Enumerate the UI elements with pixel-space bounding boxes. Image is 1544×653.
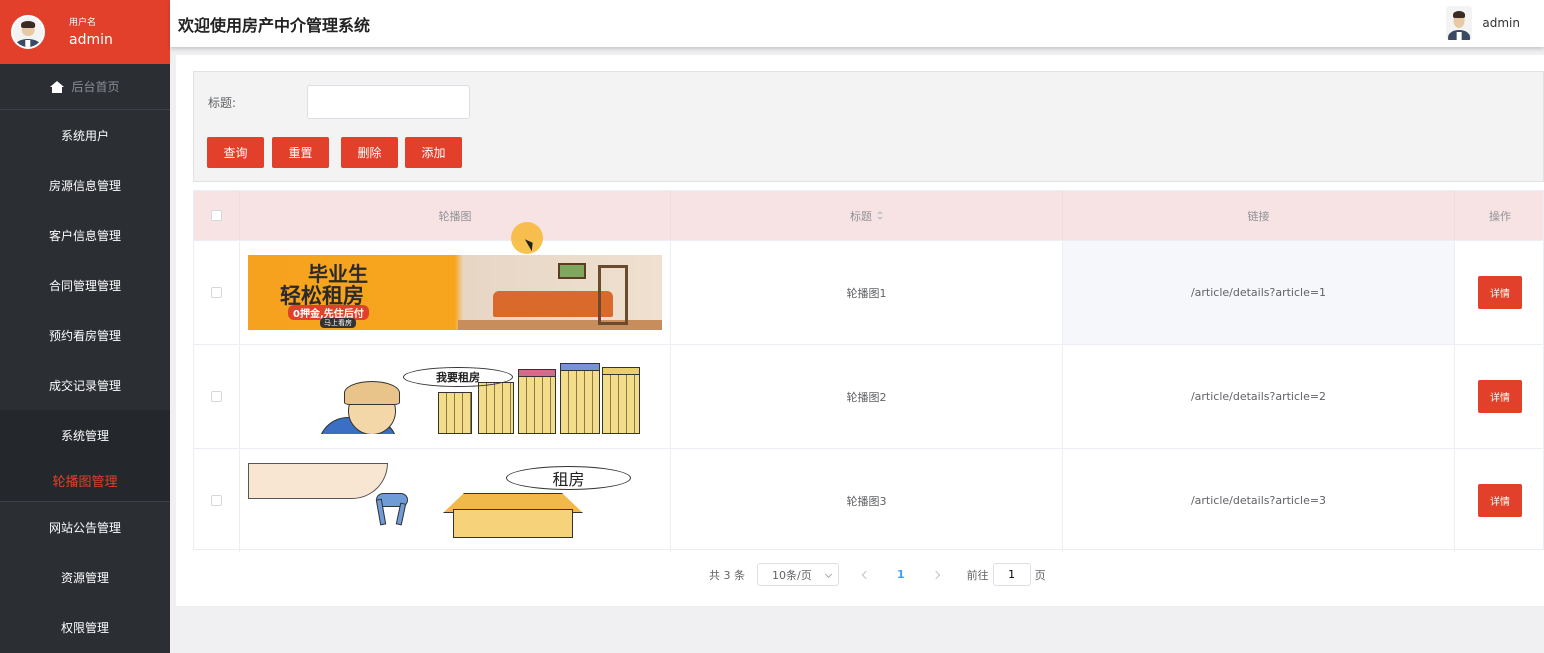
sidebar-item-label: 网站公告管理 [48,520,121,535]
detail-button[interactable]: 详情 [1478,484,1522,517]
chevron-down-icon [824,570,833,579]
sidebar-item-carousel[interactable]: 轮播图管理 [0,460,170,502]
carousel-image-1[interactable]: 毕业生 轻松租房 0押金,先住后付 马上看房 [248,255,662,330]
sidebar-user-panel: 用户名 admin [0,0,170,64]
detail-button[interactable]: 详情 [1478,380,1522,413]
sidebar-item-system-users[interactable]: 系统用户 [0,110,170,160]
reset-button[interactable]: 重置 [272,137,329,168]
sidebar-item-label: 资源管理 [60,570,109,585]
table-header: 轮播图 标题 链接 操作 [194,191,1543,240]
sidebar-item-label: 合同管理管理 [48,278,121,293]
header-avatar[interactable] [1446,6,1473,40]
table-row: 毕业生 轻松租房 0押金,先住后付 马上看房 轮播图1 /article/det… [194,240,1544,344]
row-image-cell: 我要租房 [240,345,671,448]
user-avatar[interactable] [11,15,45,49]
top-bar: 欢迎使用房产中介管理系统 admin [170,0,1544,47]
user-menu[interactable]: admin [1446,6,1520,40]
carousel-table: 轮播图 标题 链接 操作 毕业生 轻松租房 0押金,先住后付 马上看房 轮播图1 [193,190,1544,552]
sort-icon[interactable] [877,211,883,220]
sidebar-item-label: 客户信息管理 [48,228,121,243]
sidebar-item-property-info[interactable]: 房源信息管理 [0,160,170,210]
sidebar: 用户名 admin 后台首页 系统用户 房源信息管理 客户信息管理 合同管理管理… [0,0,170,653]
sidebar-item-label: 系统用户 [60,128,109,143]
row-checkbox[interactable] [211,495,222,506]
page-number[interactable]: 1 [897,568,905,581]
row-actions-cell: 详情 [1455,345,1544,448]
next-page-icon[interactable] [931,570,940,579]
query-button[interactable]: 查询 [207,137,264,168]
select-all-checkbox[interactable] [211,210,222,221]
row-title-cell: 轮播图2 [671,345,1063,448]
prev-page-icon[interactable] [861,570,871,579]
page-unit-label: 页 [1034,568,1046,582]
goto-label: 前往 [966,568,989,582]
banner-text: 租房 [506,466,631,490]
table-row: 我要租房 轮播图2 /article/details?article=2 详情 [194,344,1544,448]
detail-button[interactable]: 详情 [1478,276,1522,309]
row-image-cell: 租房 [240,449,671,552]
table-row: 租房 轮播图3 /article/details?article=3 详情 [194,448,1544,552]
row-checkbox[interactable] [211,391,222,402]
sidebar-item-label: 后台首页 [71,80,120,94]
column-header-title-label: 标题 [850,209,872,223]
row-title-cell: 轮播图3 [671,449,1063,552]
column-header-title[interactable]: 标题 [671,191,1063,240]
page-title: 欢迎使用房产中介管理系统 [178,15,371,35]
sidebar-item-announcements[interactable]: 网站公告管理 [0,502,170,552]
total-count: 共 3 条 [709,568,745,582]
goto-page-input[interactable] [992,563,1031,586]
row-checkbox[interactable] [211,287,222,298]
pagination: 共 3 条 10条/页 1 前往 页 [709,563,1046,586]
column-header-image: 轮播图 [240,191,671,240]
sidebar-item-label: 预约看房管理 [48,328,121,343]
sidebar-item-system-management[interactable]: 系统管理 [0,410,170,460]
title-filter-input[interactable] [307,85,470,119]
sidebar-item-home[interactable]: 后台首页 [0,64,170,110]
carousel-image-3[interactable]: 租房 [248,463,662,538]
page-size-select[interactable]: 10条/页 [757,563,839,586]
sidebar-item-label: 权限管理 [60,620,109,635]
banner-text: 我要租房 [403,367,513,387]
row-title-cell: 轮播图1 [671,241,1063,344]
carousel-image-2[interactable]: 我要租房 [248,359,662,434]
row-actions-cell: 详情 [1455,241,1544,344]
user-name: admin [69,31,113,48]
column-header-link: 链接 [1063,191,1455,240]
title-filter-label: 标题: [208,96,237,110]
main-panel: 标题: 查询 重置 删除 添加 轮播图 标题 链接 操作 毕业生 轻松租房 0押… [176,55,1544,606]
header-select-all-cell [194,191,240,240]
row-link-cell: /article/details?article=2 [1063,345,1455,448]
delete-button[interactable]: 删除 [341,137,398,168]
sidebar-item-label: 系统管理 [60,428,109,443]
row-select-cell [194,345,240,448]
row-image-cell: 毕业生 轻松租房 0押金,先住后付 马上看房 [240,241,671,344]
column-header-actions: 操作 [1489,209,1511,223]
row-actions-cell: 详情 [1455,449,1544,552]
page-size-value: 10条/页 [772,568,812,582]
sidebar-item-resources[interactable]: 资源管理 [0,552,170,602]
add-button[interactable]: 添加 [405,137,462,168]
banner-text: 马上看房 [320,318,356,328]
row-link-cell: /article/details?article=1 [1063,241,1455,344]
sidebar-item-viewing-appointments[interactable]: 预约看房管理 [0,310,170,360]
sidebar-group-system: 系统管理 轮播图管理 [0,410,170,502]
header-username[interactable]: admin [1482,16,1520,30]
sidebar-item-transactions[interactable]: 成交记录管理 [0,360,170,410]
sidebar-item-label: 成交记录管理 [48,378,121,393]
sidebar-item-label: 轮播图管理 [52,475,118,490]
row-select-cell [194,449,240,552]
sidebar-item-label: 房源信息管理 [48,178,121,193]
sidebar-item-permissions[interactable]: 权限管理 [0,602,170,652]
home-icon [50,80,65,93]
row-select-cell [194,241,240,344]
row-link-cell: /article/details?article=3 [1063,449,1455,552]
filter-panel: 标题: 查询 重置 删除 添加 [193,71,1544,182]
sidebar-item-customer-info[interactable]: 客户信息管理 [0,210,170,260]
sidebar-item-contracts[interactable]: 合同管理管理 [0,260,170,310]
user-role-label: 用户名 [69,17,97,28]
